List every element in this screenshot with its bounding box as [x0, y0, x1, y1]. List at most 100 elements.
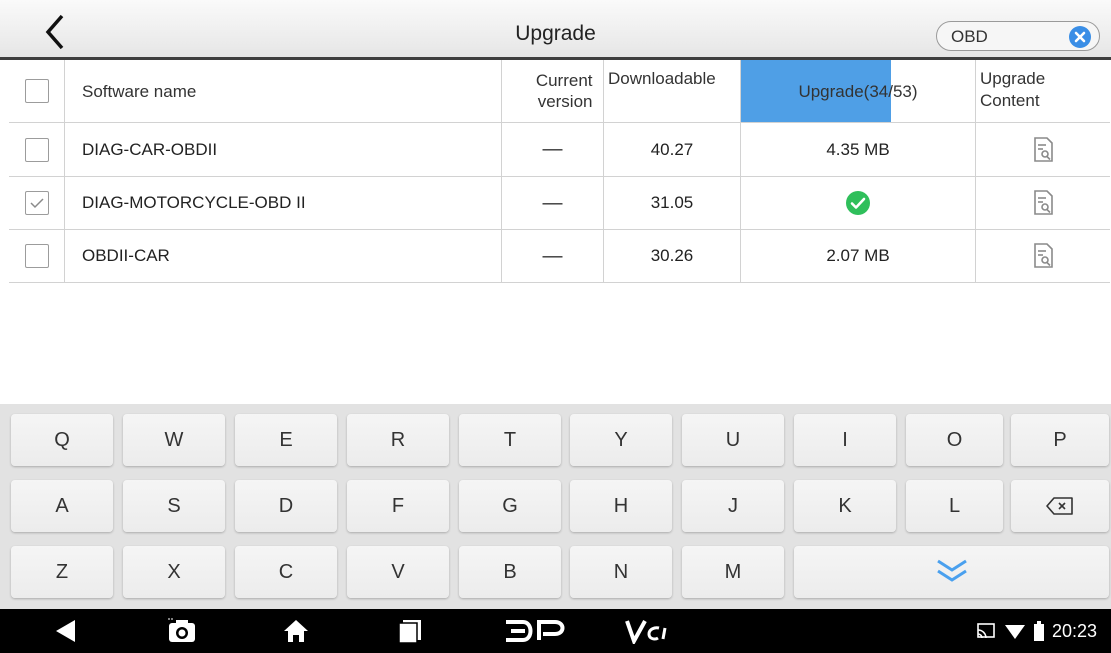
- row-checkbox-checked[interactable]: [24, 191, 49, 215]
- recents-icon: [398, 620, 421, 644]
- upgrade-all-button[interactable]: Upgrade(34/53): [741, 60, 976, 122]
- row-size-text: 4.35 MB: [826, 139, 890, 159]
- screenshot-button[interactable]: [160, 609, 204, 653]
- row-upgrade-size[interactable]: 2.07 MB: [741, 230, 976, 282]
- row-upgrade-size[interactable]: 4.35 MB: [741, 123, 976, 176]
- key-e[interactable]: E: [235, 414, 337, 466]
- row-current-text: —: [542, 191, 563, 214]
- key-v[interactable]: V: [347, 546, 449, 598]
- row-current: —: [502, 177, 604, 229]
- key-b[interactable]: B: [459, 546, 561, 598]
- table-row[interactable]: DIAG-CAR-OBDII — 40.27 4.35 MB: [9, 123, 1110, 177]
- key-z[interactable]: Z: [11, 546, 113, 598]
- row-content: [976, 177, 1110, 229]
- key-m[interactable]: M: [682, 546, 784, 598]
- document-search-icon[interactable]: [1032, 190, 1054, 216]
- row-downloadable-text: 40.27: [650, 139, 694, 159]
- row-current-text: —: [542, 244, 563, 267]
- row-current-text: —: [542, 138, 563, 160]
- key-r[interactable]: R: [347, 414, 449, 466]
- col-header-name: Software name: [65, 60, 502, 122]
- key-x[interactable]: X: [123, 546, 225, 598]
- row-content: [976, 123, 1110, 176]
- vci-logo-icon: [625, 620, 667, 644]
- close-icon: [1074, 31, 1086, 43]
- row-current: —: [502, 123, 604, 176]
- key-u[interactable]: U: [682, 414, 784, 466]
- row-checkbox[interactable]: [24, 137, 49, 162]
- on-screen-keyboard: Q W E R T Y U I O P A S D F G H J K L Z …: [0, 404, 1111, 609]
- row-current: —: [502, 230, 604, 282]
- screenshot-icon: [168, 618, 195, 642]
- upgrade-progress-label: Upgrade(34/53): [798, 81, 918, 101]
- vci-app-button[interactable]: [620, 609, 680, 653]
- key-t[interactable]: T: [459, 414, 561, 466]
- table-row[interactable]: DIAG-MOTORCYCLE-OBD II — 31.05: [9, 177, 1110, 230]
- key-h[interactable]: H: [570, 480, 672, 532]
- check-mark-icon: [29, 198, 44, 209]
- table-row[interactable]: OBDII-CAR — 30.26 2.07 MB: [9, 230, 1110, 283]
- key-j[interactable]: J: [682, 480, 784, 532]
- row-downloadable: 40.27: [604, 123, 741, 176]
- col-header-downloadable-label: Downloadable: [608, 69, 716, 88]
- row-name-text: OBDII-CAR: [82, 246, 170, 265]
- col-header-content-label: Upgrade Content: [980, 69, 1046, 110]
- backspace-icon: [1046, 497, 1073, 515]
- document-search-icon[interactable]: [1032, 136, 1054, 163]
- document-search-icon[interactable]: [1032, 243, 1054, 269]
- col-header-downloadable: Downloadable: [604, 60, 741, 122]
- row-name: DIAG-CAR-OBDII: [65, 123, 502, 176]
- upgrade-screen: Upgrade Software name Current version: [0, 0, 1111, 653]
- dp-app-button[interactable]: [500, 609, 570, 653]
- clock-time: 20:23: [1051, 620, 1097, 641]
- home-icon: [284, 620, 308, 642]
- row-size-text: 2.07 MB: [826, 246, 890, 265]
- key-p[interactable]: P: [1011, 414, 1109, 466]
- key-o[interactable]: O: [906, 414, 1003, 466]
- key-a[interactable]: A: [11, 480, 113, 532]
- table-header: Software name Current version Downloadab…: [9, 60, 1110, 123]
- search-box[interactable]: [936, 21, 1100, 51]
- row-downloadable-text: 31.05: [650, 193, 694, 212]
- row-name: DIAG-MOTORCYCLE-OBD II: [65, 177, 502, 229]
- nav-home-button[interactable]: [274, 609, 318, 653]
- row-upgrade-status: [741, 177, 976, 229]
- key-s[interactable]: S: [123, 480, 225, 532]
- backspace-key[interactable]: [1011, 480, 1109, 532]
- row-checkbox[interactable]: [24, 244, 49, 268]
- key-c[interactable]: C: [235, 546, 337, 598]
- row-check-cell: [9, 177, 65, 229]
- col-header-current: Current version: [502, 60, 604, 122]
- row-downloadable: 30.26: [604, 230, 741, 282]
- clear-search-button[interactable]: [1069, 26, 1091, 48]
- key-i[interactable]: I: [794, 414, 896, 466]
- row-name: OBDII-CAR: [65, 230, 502, 282]
- row-check-cell: [9, 123, 65, 176]
- dp-logo-icon: [506, 620, 565, 642]
- row-check-cell: [9, 230, 65, 282]
- hide-keyboard-key[interactable]: [794, 546, 1109, 598]
- battery-icon: [1033, 621, 1044, 641]
- row-downloadable-text: 30.26: [650, 246, 694, 265]
- row-name-text: DIAG-CAR-OBDII: [82, 139, 218, 159]
- row-name-text: DIAG-MOTORCYCLE-OBD II: [82, 193, 306, 212]
- key-l[interactable]: L: [906, 480, 1003, 532]
- row-downloadable: 31.05: [604, 177, 741, 229]
- key-k[interactable]: K: [794, 480, 896, 532]
- key-d[interactable]: D: [235, 480, 337, 532]
- nav-recents-button[interactable]: [388, 609, 432, 653]
- success-check-icon: [846, 191, 870, 215]
- col-header-name-label: Software name: [82, 81, 197, 101]
- key-g[interactable]: G: [459, 480, 561, 532]
- top-bar: Upgrade: [0, 0, 1111, 60]
- search-input[interactable]: [951, 25, 1061, 49]
- nav-back-button[interactable]: [46, 609, 86, 653]
- keyboard-hide-icon: [936, 559, 967, 582]
- select-all-checkbox[interactable]: [24, 79, 49, 103]
- key-y[interactable]: Y: [570, 414, 672, 466]
- key-q[interactable]: Q: [11, 414, 113, 466]
- col-header-content: Upgrade Content: [976, 60, 1110, 122]
- key-f[interactable]: F: [347, 480, 449, 532]
- key-w[interactable]: W: [123, 414, 225, 466]
- key-n[interactable]: N: [570, 546, 672, 598]
